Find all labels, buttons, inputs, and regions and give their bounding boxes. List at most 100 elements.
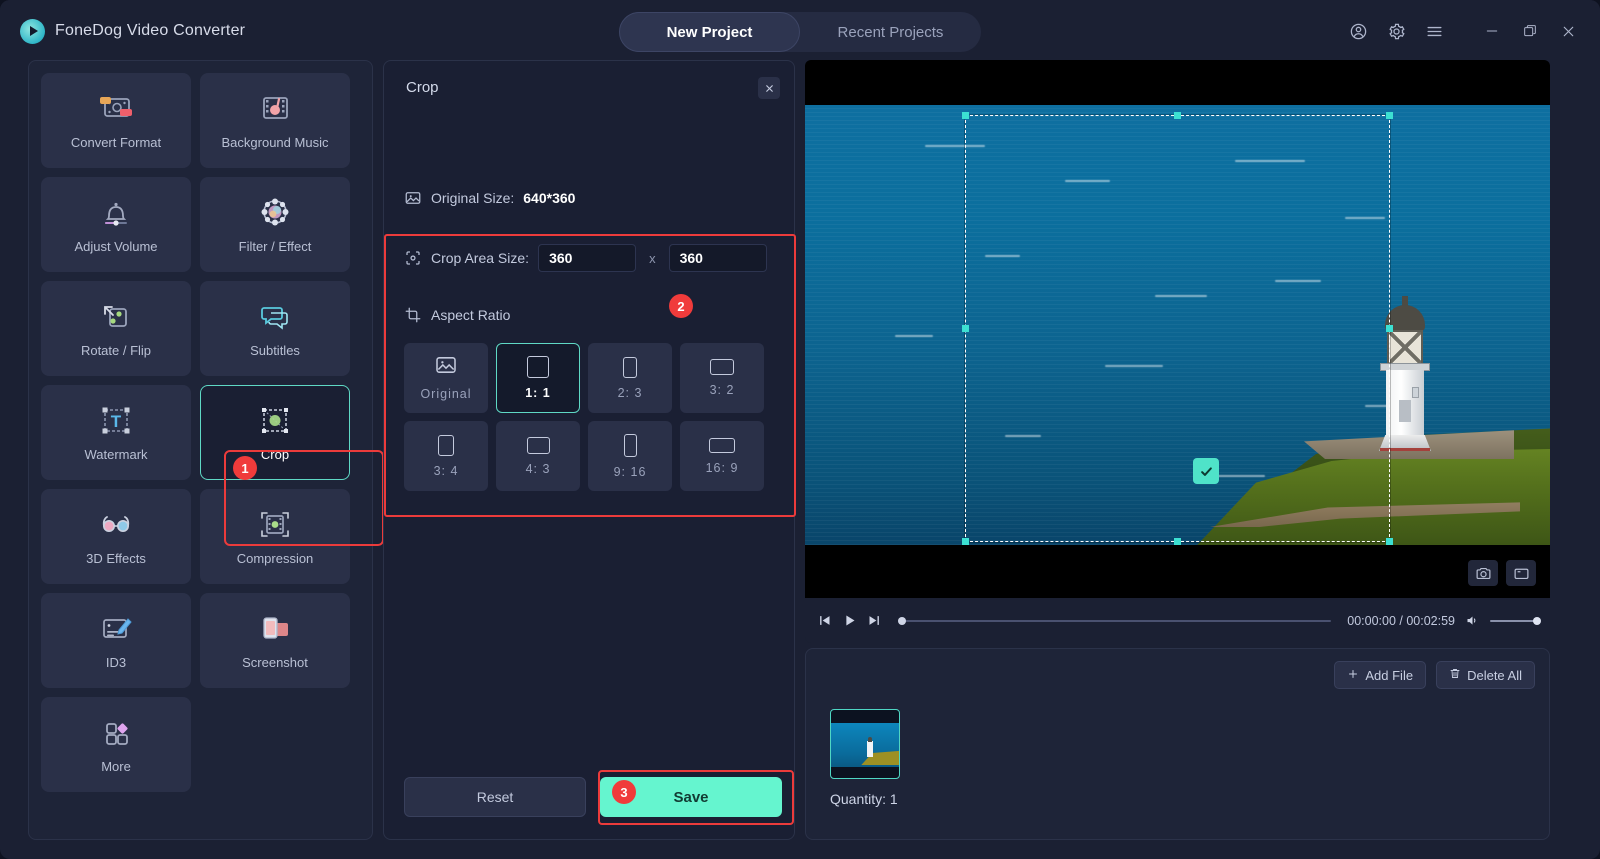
svg-text:T: T	[111, 412, 122, 431]
window-controls	[1342, 0, 1584, 62]
reset-button[interactable]: Reset	[404, 777, 586, 817]
aspect-ratio-3-4[interactable]: 3: 4	[404, 421, 488, 491]
crop-selection-overlay[interactable]	[962, 112, 1393, 545]
video-thumbnail[interactable]	[830, 709, 900, 779]
tool-rotate-flip[interactable]: Rotate / Flip	[41, 281, 191, 376]
aspect-ratio-label: 2: 3	[617, 385, 643, 400]
tools-grid: Convert Format Background Music Adjust V…	[41, 73, 360, 792]
aspect-ratio-16-9[interactable]: 16: 9	[680, 421, 764, 491]
crop-area-icon	[404, 249, 422, 267]
tool-crop[interactable]: Crop	[200, 385, 350, 480]
tool-label: ID3	[105, 654, 127, 670]
crop-handle-top-center[interactable]	[1174, 112, 1181, 119]
tool-label: Crop	[260, 446, 290, 462]
aspect-ratio-1-1[interactable]: 1: 1	[496, 343, 580, 413]
tab-recent-projects[interactable]: Recent Projects	[800, 12, 981, 52]
gear-icon[interactable]	[1380, 15, 1412, 47]
watermark-icon: T	[97, 404, 135, 438]
tool-adjust-volume[interactable]: Adjust Volume	[41, 177, 191, 272]
aspect-ratio-original[interactable]: Original	[404, 343, 488, 413]
minimize-icon[interactable]	[1476, 15, 1508, 47]
tool-compression[interactable]: Compression	[200, 489, 350, 584]
portrait-shape-icon	[623, 433, 637, 457]
volume-knob[interactable]	[1533, 616, 1541, 625]
close-icon[interactable]	[1552, 15, 1584, 47]
add-file-label: Add File	[1365, 667, 1414, 683]
crop-area-size-row: Crop Area Size: x	[404, 244, 767, 272]
tool-screenshot[interactable]: Screenshot	[200, 593, 350, 688]
callout-step-2: 2	[669, 294, 693, 318]
landscape-shape-icon	[526, 436, 550, 454]
aspect-ratio-label: 3: 4	[433, 463, 459, 478]
square-shape-icon	[527, 356, 549, 378]
tool-id3[interactable]: ID3	[41, 593, 191, 688]
tool-label: Screenshot	[242, 654, 308, 670]
tool-watermark[interactable]: T Watermark	[41, 385, 191, 480]
aspect-ratio-label: 9: 16	[613, 464, 647, 479]
play-icon[interactable]	[842, 613, 857, 628]
crop-handle-middle-right[interactable]	[1386, 325, 1393, 332]
crop-panel: Crop Original Size: 640*360 Crop Area Si…	[383, 60, 796, 840]
adjust-volume-icon	[97, 196, 135, 230]
tools-panel: Convert Format Background Music Adjust V…	[28, 60, 384, 840]
file-list-actions: Add File Delete All	[1334, 661, 1535, 689]
close-icon[interactable]	[758, 77, 780, 99]
volume-slider[interactable]	[1490, 616, 1541, 625]
seek-bar[interactable]	[898, 614, 1332, 628]
background-music-icon	[256, 92, 294, 126]
callout-step-1: 1	[233, 456, 257, 480]
tool-more[interactable]: More	[41, 697, 191, 792]
seek-knob[interactable]	[898, 616, 906, 625]
quantity-label: Quantity: 1	[830, 791, 898, 807]
account-icon[interactable]	[1342, 15, 1374, 47]
crop-width-input[interactable]	[538, 244, 637, 272]
aspect-ratio-3-2[interactable]: 3: 2	[680, 343, 764, 413]
tool-filter-effect[interactable]: Filter / Effect	[200, 177, 350, 272]
screen-icon[interactable]	[1506, 560, 1536, 586]
crop-height-input[interactable]	[668, 244, 767, 272]
tool-label: 3D Effects	[86, 550, 146, 566]
crop-handle-bottom-center[interactable]	[1174, 538, 1181, 545]
convert-format-icon	[97, 92, 135, 126]
crop-handle-top-left[interactable]	[962, 112, 969, 119]
aspect-ratio-label: 4: 3	[525, 461, 551, 476]
aspect-ratio-4-3[interactable]: 4: 3	[496, 421, 580, 491]
menu-icon[interactable]	[1418, 15, 1450, 47]
original-size-label: Original Size:	[431, 190, 515, 206]
tab-new-project[interactable]: New Project	[619, 12, 800, 52]
tool-label: Compression	[236, 550, 314, 566]
aspect-ratio-label: 1: 1	[525, 386, 551, 400]
next-frame-icon[interactable]	[867, 613, 882, 628]
callout-step-3: 3	[612, 780, 636, 804]
tool-label: Background Music	[221, 134, 329, 150]
check-icon[interactable]	[1193, 458, 1219, 484]
crop-handle-bottom-left[interactable]	[962, 538, 969, 545]
volume-icon[interactable]	[1465, 613, 1480, 628]
title-bar: FoneDog Video Converter New Project Rece…	[0, 0, 1600, 62]
tool-subtitles[interactable]: Subtitles	[200, 281, 350, 376]
crop-handle-middle-left[interactable]	[962, 325, 969, 332]
file-list-panel: Add File Delete All Quantity: 1	[805, 648, 1550, 840]
aspect-ratio-label: Aspect Ratio	[431, 307, 511, 323]
tool-3d-effects[interactable]: 3D Effects	[41, 489, 191, 584]
filter-effect-icon	[256, 196, 294, 230]
stage-buttons	[1468, 560, 1536, 586]
maximize-icon[interactable]	[1514, 15, 1546, 47]
tool-convert-format[interactable]: Convert Format	[41, 73, 191, 168]
aspect-ratio-icon	[404, 306, 422, 324]
tool-background-music[interactable]: Background Music	[200, 73, 350, 168]
crop-handle-bottom-right[interactable]	[1386, 538, 1393, 545]
camera-icon[interactable]	[1468, 560, 1498, 586]
aspect-ratio-label: 16: 9	[705, 460, 739, 475]
image-icon	[435, 356, 457, 379]
play-circle-icon	[20, 18, 45, 44]
previous-frame-icon[interactable]	[817, 613, 832, 628]
video-stage	[805, 60, 1550, 598]
aspect-ratio-2-3[interactable]: 2: 3	[588, 343, 672, 413]
crop-handle-top-right[interactable]	[1386, 112, 1393, 119]
add-file-button[interactable]: Add File	[1334, 661, 1427, 689]
id3-icon	[97, 612, 135, 646]
delete-all-button[interactable]: Delete All	[1436, 661, 1535, 689]
aspect-ratio-9-16[interactable]: 9: 16	[588, 421, 672, 491]
crop-panel-title: Crop	[406, 79, 439, 96]
